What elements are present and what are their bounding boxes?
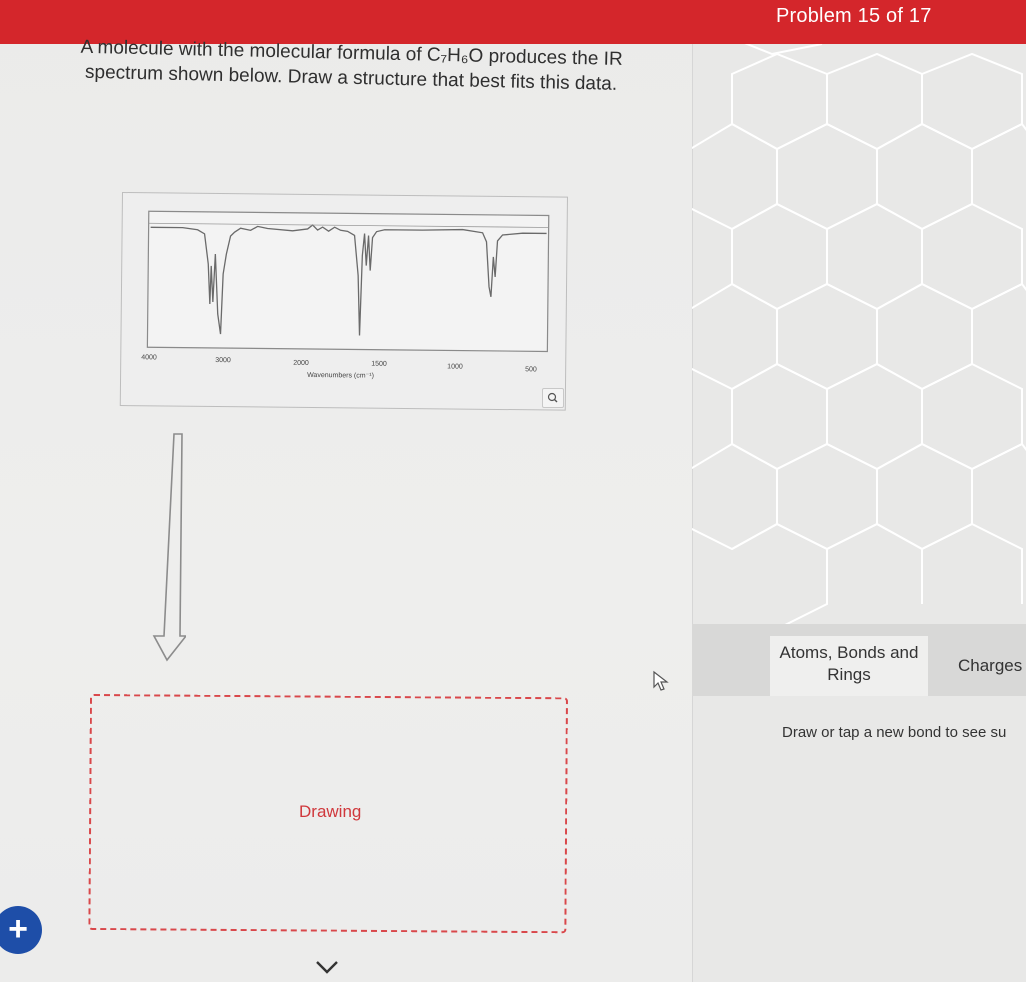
tick-2000: 2000 bbox=[293, 360, 309, 367]
problem-counter: Problem 15 of 17 bbox=[776, 5, 932, 27]
x-axis-label: Wavenumbers (cm⁻¹) bbox=[307, 372, 374, 380]
hexagon-grid[interactable] bbox=[692, 44, 1026, 624]
tab-charges[interactable]: Charges bbox=[958, 656, 1022, 676]
tick-1000: 1000 bbox=[447, 363, 463, 370]
drawing-label: Drawing bbox=[299, 802, 362, 821]
tick-500: 500 bbox=[525, 366, 537, 373]
down-arrow-icon bbox=[152, 433, 186, 662]
tick-4000: 4000 bbox=[141, 354, 157, 361]
tick-3000: 3000 bbox=[215, 357, 231, 364]
hint-text: Draw or tap a new bond to see su bbox=[782, 724, 1007, 741]
tab-atoms-bonds-rings[interactable]: Atoms, Bonds and Rings bbox=[770, 636, 928, 696]
zoom-button[interactable] bbox=[542, 388, 564, 408]
tick-1500: 1500 bbox=[371, 361, 387, 368]
ir-spectrum: 4000 3000 2000 1500 1000 500 Wavenumbers… bbox=[119, 192, 568, 411]
chevron-down-icon[interactable] bbox=[314, 958, 340, 976]
magnifier-icon bbox=[547, 392, 558, 403]
cursor-icon bbox=[653, 670, 669, 691]
